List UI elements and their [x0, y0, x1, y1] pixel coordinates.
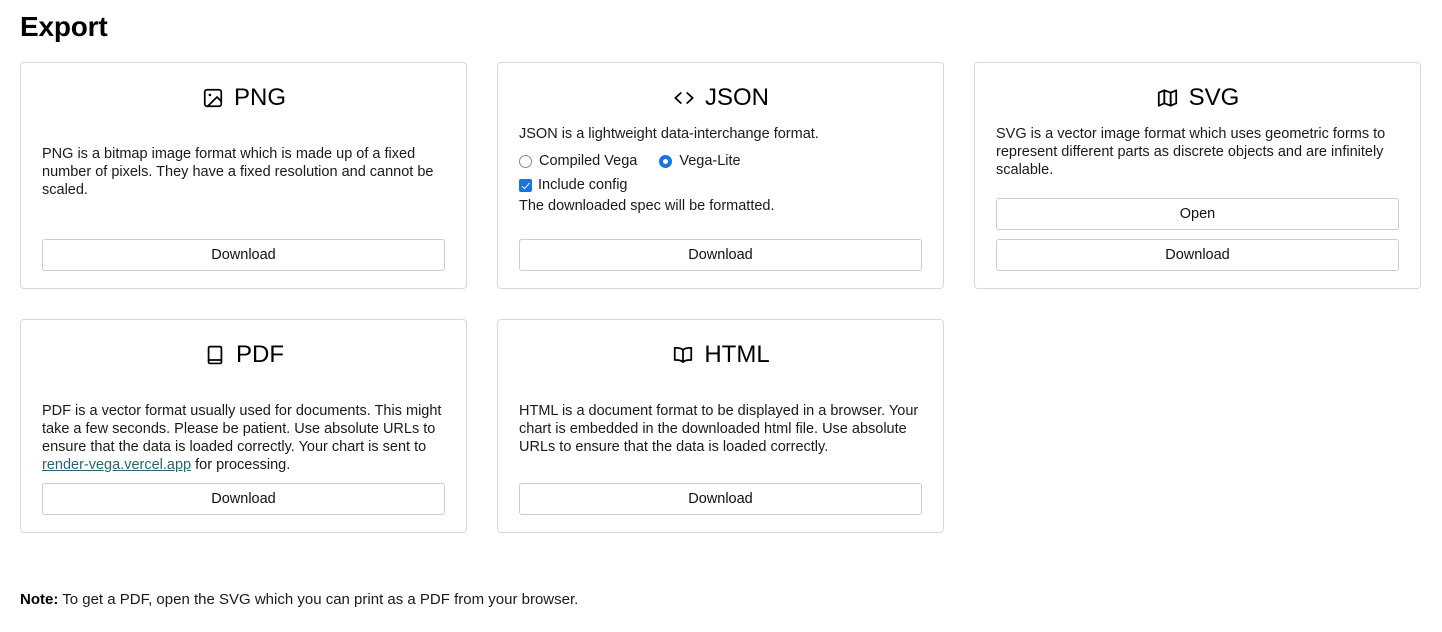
export-card-svg: SVG SVG is a vector image format which u… — [974, 62, 1421, 289]
html-download-button[interactable]: Download — [519, 483, 922, 515]
card-header-json: JSON — [519, 81, 922, 115]
json-download-button[interactable]: Download — [519, 239, 922, 271]
export-cards-grid: PNG PNG is a bitmap image format which i… — [20, 62, 1422, 533]
image-icon — [201, 86, 225, 110]
map-icon — [1156, 86, 1180, 110]
pdf-description-before: PDF is a vector format usually used for … — [42, 403, 442, 455]
radio-option-vega-lite[interactable]: Vega-Lite — [659, 152, 741, 170]
card-description-json: JSON is a lightweight data-interchange f… — [519, 126, 819, 142]
book-open-icon — [671, 343, 695, 367]
radio-label-vega-lite: Vega-Lite — [679, 153, 741, 169]
export-card-pdf: PDF PDF is a vector format usually used … — [20, 319, 467, 533]
json-format-radio-group: Compiled Vega Vega-Lite — [519, 152, 922, 170]
radio-icon-vega-lite[interactable] — [659, 154, 673, 168]
footer-note: Note: To get a PDF, open the SVG which y… — [20, 590, 578, 610]
svg-open-button[interactable]: Open — [996, 198, 1399, 230]
png-download-button[interactable]: Download — [42, 239, 445, 271]
card-description-pdf: PDF is a vector format usually used for … — [42, 402, 445, 474]
json-format-hint: The downloaded spec will be formatted. — [519, 198, 775, 214]
radio-option-compiled-vega[interactable]: Compiled Vega — [519, 152, 637, 170]
footer-note-label: Note: — [20, 591, 59, 608]
export-card-html: HTML HTML is a document format to be dis… — [497, 319, 944, 533]
include-config-checkbox-row[interactable]: Include config — [519, 176, 922, 194]
card-title-png: PNG — [233, 84, 286, 111]
card-description-png: PNG is a bitmap image format which is ma… — [42, 146, 434, 198]
card-description-html: HTML is a document format to be displaye… — [519, 403, 919, 455]
render-vega-link[interactable]: render-vega.vercel.app — [42, 457, 191, 473]
radio-label-compiled-vega: Compiled Vega — [539, 153, 638, 169]
code-brackets-icon — [672, 86, 696, 110]
card-header-html: HTML — [519, 338, 922, 372]
card-header-svg: SVG — [996, 81, 1399, 115]
svg-download-button[interactable]: Download — [996, 239, 1399, 271]
export-page: Export PNG PNG is a bitmap image format … — [0, 0, 1442, 632]
pdf-download-button[interactable]: Download — [42, 483, 445, 515]
pdf-description-after: for processing. — [191, 457, 291, 473]
radio-icon-compiled-vega[interactable] — [519, 154, 532, 168]
card-header-png: PNG — [42, 81, 445, 115]
checkbox-icon-include-config[interactable] — [519, 178, 532, 192]
export-card-json: JSON JSON is a lightweight data-intercha… — [497, 62, 944, 289]
card-title-pdf: PDF — [236, 341, 284, 368]
checkbox-label-include-config: Include config — [538, 177, 628, 193]
footer-note-text: To get a PDF, open the SVG which you can… — [58, 591, 579, 608]
page-title: Export — [20, 11, 108, 42]
card-description-svg: SVG is a vector image format which uses … — [996, 126, 1386, 178]
book-closed-icon — [203, 343, 227, 367]
card-header-pdf: PDF — [42, 338, 445, 372]
export-card-png: PNG PNG is a bitmap image format which i… — [20, 62, 467, 289]
json-options: Compiled Vega Vega-Lite Include config T… — [519, 152, 922, 215]
card-title-json: JSON — [704, 84, 769, 111]
card-title-html: HTML — [704, 341, 770, 368]
card-title-svg: SVG — [1188, 84, 1240, 111]
